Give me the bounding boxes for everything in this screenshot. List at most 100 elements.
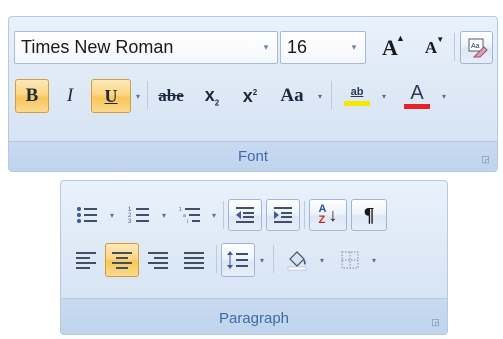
clear-formatting-button[interactable]: Aa [460, 31, 493, 64]
underline-button[interactable]: U [91, 79, 131, 113]
bullets-button[interactable] [69, 199, 105, 231]
align-left-icon [76, 251, 96, 269]
superscript-suffix: 2 [252, 87, 258, 97]
bold-label: B [25, 85, 39, 106]
bold-button[interactable]: B [15, 79, 49, 113]
align-left-button[interactable] [69, 243, 103, 277]
center-icon [112, 251, 132, 269]
svg-text:i: i [187, 219, 188, 225]
highlight-label: ab [350, 86, 364, 98]
toolbar-separator [223, 201, 224, 229]
superscript-button[interactable]: x2 [233, 79, 267, 113]
italic-button[interactable]: I [53, 79, 87, 113]
chevron-down-icon: ▾ [211, 210, 216, 220]
align-right-icon [148, 251, 168, 269]
paragraph-group-label: Paragraph [218, 310, 290, 327]
toolbar-separator [147, 81, 148, 109]
font-name-value[interactable]: Times New Roman [15, 37, 255, 58]
paragraph-group: ▾ 1 2 3 ▾ 1 a i ▾ A Z ↓ ¶ ▾ ▾ ▾ Paragrap… [60, 180, 448, 335]
change-case-label: Aa [280, 85, 304, 106]
center-button[interactable] [105, 243, 139, 277]
strikethrough-button[interactable]: abe [151, 79, 191, 113]
numbering-dropdown-button[interactable]: ▾ [157, 199, 171, 231]
line-spacing-button[interactable] [221, 243, 255, 277]
increase-indent-icon [274, 207, 292, 223]
justify-icon [184, 251, 204, 269]
font-name-combo[interactable]: Times New Roman ▾ [14, 31, 278, 64]
sort-icon: A Z ↓ [318, 203, 338, 226]
shrink-font-button[interactable]: A ▼ [413, 31, 449, 64]
font-group: Times New Roman ▾ 16 ▾ A▲ A▼ Aa B I U [8, 16, 498, 172]
font-color-button[interactable]: A [397, 79, 437, 113]
chevron-down-icon: ▾ [319, 255, 324, 265]
sort-button[interactable]: A Z ↓ [309, 199, 347, 231]
line-spacing-dropdown-button[interactable]: ▾ [255, 243, 269, 277]
font-color-icon: A [404, 83, 430, 109]
chevron-down-icon: ▾ [381, 91, 386, 101]
borders-icon [341, 251, 359, 269]
change-case-button[interactable]: Aa [271, 79, 313, 113]
shading-icon [287, 251, 307, 271]
multilevel-list-icon: 1 a i [179, 207, 200, 225]
grow-font-icon: A ▲ [382, 32, 405, 60]
chevron-down-icon: ▾ [109, 210, 114, 220]
decrease-indent-button[interactable] [228, 199, 262, 231]
borders-dropdown-button[interactable]: ▾ [367, 243, 381, 277]
numbering-icon: 1 2 3 [128, 207, 149, 225]
toolbar-separator [216, 245, 217, 273]
paragraph-group-title: Paragraph [61, 298, 447, 334]
svg-text:Aa: Aa [471, 43, 480, 50]
underline-label: U [104, 85, 118, 106]
change-case-dropdown-button[interactable]: ▾ [313, 79, 327, 113]
subscript-label: x [204, 84, 215, 105]
dialog-launcher-icon[interactable]: ◲ [480, 154, 491, 165]
shading-button[interactable] [279, 243, 315, 277]
multilevel-list-button[interactable]: 1 a i [173, 199, 207, 231]
chevron-down-icon[interactable]: ▾ [255, 42, 277, 53]
clear-formatting-icon: Aa [468, 38, 488, 57]
svg-text:1: 1 [179, 207, 182, 213]
show-formatting-marks-button[interactable]: ¶ [351, 199, 387, 231]
borders-button[interactable] [333, 243, 367, 277]
svg-text:3: 3 [128, 219, 132, 225]
shading-dropdown-button[interactable]: ▾ [315, 243, 329, 277]
superscript-label: x [242, 85, 253, 106]
justify-button[interactable] [177, 243, 211, 277]
show-formatting-marks-icon: ¶ [363, 203, 375, 226]
svg-text:a: a [183, 213, 186, 219]
increase-indent-button[interactable] [266, 199, 300, 231]
grow-font-button[interactable]: A ▲ [371, 31, 409, 64]
chevron-down-icon: ▾ [441, 91, 446, 101]
toolbar-separator [304, 201, 305, 229]
subscript-icon: x2 [205, 85, 219, 108]
font-color-label: A [410, 82, 424, 104]
underline-dropdown-button[interactable]: ▾ [131, 79, 145, 113]
superscript-icon: x2 [243, 86, 257, 107]
font-group-title: Font [9, 141, 497, 171]
chevron-down-icon: ▾ [317, 91, 322, 101]
chevron-down-icon: ▾ [161, 210, 166, 220]
multilevel-list-dropdown-button[interactable]: ▾ [207, 199, 221, 231]
italic-label: I [66, 85, 74, 106]
align-right-button[interactable] [141, 243, 175, 277]
highlight-color-bar [344, 101, 370, 106]
toolbar-separator [331, 81, 332, 109]
toolbar-separator [273, 245, 274, 273]
bullets-icon [77, 207, 97, 223]
toolbar-separator [454, 33, 455, 61]
numbering-button[interactable]: 1 2 3 [121, 199, 157, 231]
subscript-button[interactable]: x2 [195, 79, 229, 113]
chevron-down-icon[interactable]: ▾ [343, 42, 365, 53]
font-size-value[interactable]: 16 [281, 37, 343, 58]
font-color-bar [404, 104, 430, 109]
chevron-down-icon: ▾ [371, 255, 376, 265]
subscript-suffix: 2 [214, 98, 220, 108]
text-highlight-button[interactable]: ab [337, 79, 377, 113]
highlighter-icon: ab [344, 86, 370, 106]
bullets-dropdown-button[interactable]: ▾ [105, 199, 119, 231]
dialog-launcher-icon[interactable]: ◲ [430, 317, 441, 328]
font-size-combo[interactable]: 16 ▾ [280, 31, 366, 64]
highlight-dropdown-button[interactable]: ▾ [377, 79, 391, 113]
font-color-dropdown-button[interactable]: ▾ [437, 79, 451, 113]
sort-bottom-label: Z [318, 214, 326, 226]
